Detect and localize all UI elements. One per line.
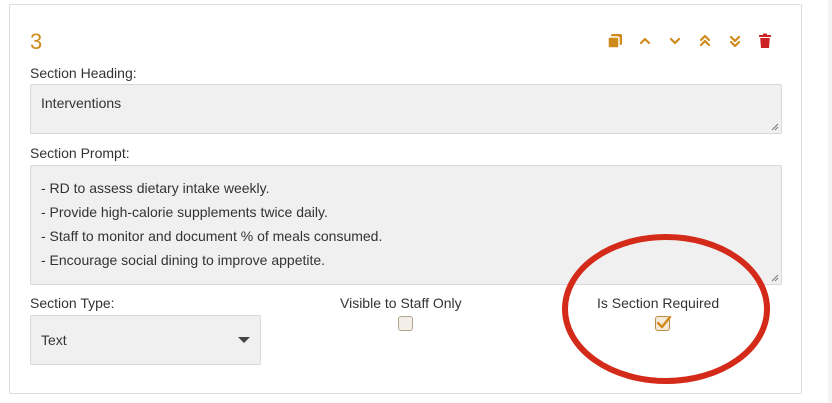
section-heading-label: Section Heading:	[30, 65, 137, 81]
section-card: 3 Section Heading: Interventions Section…	[9, 4, 802, 394]
section-prompt-label: Section Prompt:	[30, 145, 130, 161]
section-required-checkbox[interactable]	[655, 315, 672, 331]
chevron-down-icon	[238, 337, 250, 343]
section-type-value: Text	[41, 332, 67, 348]
section-heading-value: Interventions	[41, 95, 122, 111]
section-required-label: Is Section Required	[597, 295, 720, 311]
move-to-bottom-icon[interactable]	[727, 33, 743, 49]
section-type-select[interactable]: Text	[30, 315, 261, 365]
section-prompt-textarea[interactable]: - RD to assess dietary intake weekly. - …	[30, 165, 782, 285]
move-up-icon[interactable]	[637, 33, 653, 49]
resize-handle-icon[interactable]	[771, 274, 779, 282]
move-down-icon[interactable]	[667, 33, 683, 49]
copy-icon[interactable]	[607, 33, 623, 49]
delete-icon[interactable]	[757, 33, 773, 49]
prompt-line: - Staff to monitor and document % of mea…	[41, 228, 383, 244]
move-to-top-icon[interactable]	[697, 33, 713, 49]
checkmark-icon	[656, 315, 672, 329]
visible-to-staff-label: Visible to Staff Only	[340, 295, 462, 311]
scrollbar-track[interactable]	[828, 0, 832, 403]
prompt-line: - RD to assess dietary intake weekly.	[41, 180, 270, 196]
section-number: 3	[30, 29, 43, 54]
section-heading-input[interactable]: Interventions	[30, 84, 782, 134]
prompt-line: - Encourage social dining to improve app…	[41, 252, 326, 268]
prompt-line: - Provide high-calorie supplements twice…	[41, 204, 328, 220]
section-toolbar	[607, 33, 773, 49]
visible-to-staff-checkbox[interactable]	[398, 316, 413, 331]
resize-handle-icon[interactable]	[771, 123, 779, 131]
section-type-label: Section Type:	[30, 295, 115, 311]
